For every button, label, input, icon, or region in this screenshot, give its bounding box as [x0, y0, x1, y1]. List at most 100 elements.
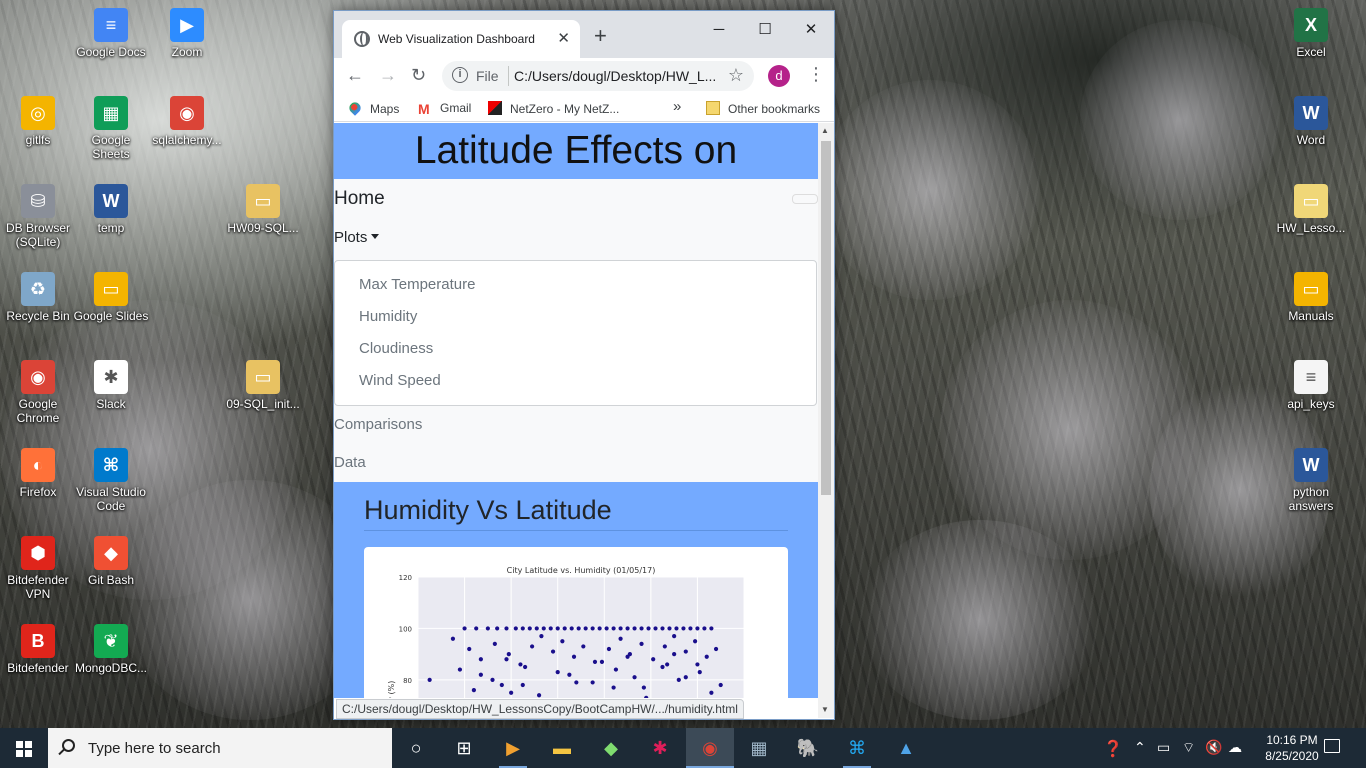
plots-dropdown-toggle[interactable]: Plots: [334, 219, 818, 257]
folder-icon: [706, 101, 720, 115]
file-explorer-icon[interactable]: ▬: [538, 728, 586, 768]
dropdown-item-cloudiness[interactable]: Cloudiness: [335, 333, 816, 365]
other-bookmarks[interactable]: Other bookmarks: [706, 101, 820, 116]
desktop-icon-hw-lesso[interactable]: ▭ HW_Lesso...: [1273, 184, 1349, 235]
bookmark-maps[interactable]: Maps: [347, 100, 399, 116]
desktop-icon-sqlalchemy[interactable]: ◉ sqlalchemy...: [149, 96, 225, 147]
desktop-icon-temp[interactable]: Wtemp: [73, 184, 149, 235]
media-player-icon[interactable]: ▶: [489, 728, 537, 768]
windows-logo-icon: [16, 741, 32, 757]
battery-icon[interactable]: ▭: [1157, 739, 1170, 756]
desktop-icon-api-keys[interactable]: ≡ api_keys: [1273, 360, 1349, 411]
desktop-icon-slack[interactable]: ✱ Slack: [73, 360, 149, 411]
forward-button[interactable]: →: [379, 64, 397, 86]
chevron-up-icon[interactable]: ⌃: [1134, 739, 1146, 756]
desktop-icon-gitlfs[interactable]: ◎ gitlfs: [0, 96, 76, 147]
minimize-button[interactable]: ─: [696, 17, 742, 43]
app-icon: ❦: [94, 624, 128, 658]
desktop-icon-bitdefender-vpn[interactable]: ⬢ Bitdefender VPN: [0, 536, 76, 601]
scatter-point: [625, 626, 630, 631]
tab-web-visualization-dashboard[interactable]: Web Visualization Dashboard ✕: [342, 20, 580, 58]
address-bar[interactable]: i File C:/Users/dougl/Desktop/HW_L... ☆: [442, 61, 754, 91]
scatter-point: [639, 626, 644, 631]
scatter-point: [683, 675, 688, 680]
desktop-icon-git-bash[interactable]: ◆ Git Bash: [73, 536, 149, 587]
desktop-icon-label: Word: [1296, 133, 1326, 147]
url-text[interactable]: C:/Users/dougl/Desktop/HW_L...: [514, 68, 716, 84]
bookmark-star-icon[interactable]: ☆: [728, 65, 744, 86]
dropdown-item-max-temperature[interactable]: Max Temperature: [335, 269, 816, 301]
desktop-icon-bitdefender[interactable]: B Bitdefender: [0, 624, 76, 675]
chrome-icon[interactable]: ◉: [686, 728, 734, 768]
desktop-icon-firefox[interactable]: ◐ Firefox: [0, 448, 76, 499]
slack-icon[interactable]: ✱: [636, 728, 684, 768]
browser-menu-icon[interactable]: ⋮: [807, 63, 825, 85]
desktop-icon-google-docs[interactable]: ≡ Google Docs: [73, 8, 149, 59]
desktop-icon-db-browser-sqlite[interactable]: ⛁ DB Browser (SQLite): [0, 184, 76, 249]
desktop-icon-manuals[interactable]: ▭ Manuals: [1273, 272, 1349, 323]
navbar-toggler-button[interactable]: [792, 194, 818, 204]
url-separator: [508, 66, 509, 86]
onedrive-icon[interactable]: ☁: [1228, 739, 1242, 756]
desktop-icon-google-slides[interactable]: ▭ Google Slides: [73, 272, 149, 323]
pgadmin-icon[interactable]: 🐘: [784, 728, 832, 768]
bookmark-label: Gmail: [440, 101, 472, 115]
desktop-icon-09-sql-init[interactable]: ▭ 09-SQL_init...: [225, 360, 301, 411]
help-icon[interactable]: ❓: [1103, 739, 1123, 759]
desktop-icon-google-sheets[interactable]: ▦ Google Sheets: [73, 96, 149, 161]
scatter-point: [718, 682, 723, 688]
desktop-icon-hw09-sql[interactable]: ▭ HW09-SQL...: [225, 184, 301, 235]
y-tick-label: 80: [403, 677, 412, 685]
desktop-icon-zoom[interactable]: ▶ Zoom: [149, 8, 225, 59]
scroll-down-arrow-icon[interactable]: ▼: [821, 705, 829, 714]
vscode-icon[interactable]: ⌘: [833, 728, 881, 768]
nav-comparisons[interactable]: Comparisons: [334, 406, 818, 444]
notifications-icon[interactable]: [1324, 739, 1340, 753]
bookmarks-bar: Maps M Gmail NetZero - My NetZ... » Other…: [334, 94, 834, 122]
maximize-button[interactable]: ☐: [742, 17, 788, 43]
desktop-icon-word[interactable]: W Word: [1273, 96, 1349, 147]
navbar-brand-home[interactable]: Home: [334, 188, 385, 210]
calculator-icon[interactable]: ▦: [735, 728, 783, 768]
y-tick-label: 100: [399, 625, 412, 633]
plots-label: Plots: [334, 229, 368, 246]
desktop-icon-mongodbc[interactable]: ❦ MongoDBC...: [73, 624, 149, 675]
desktop-icon-visual-studio-code[interactable]: ⌘ Visual Studio Code: [73, 448, 149, 513]
dropdown-item-wind-speed[interactable]: Wind Speed: [335, 365, 816, 397]
nav-data[interactable]: Data: [334, 444, 818, 482]
back-button[interactable]: ←: [346, 64, 364, 86]
taskbar-search-box[interactable]: Type here to search: [48, 728, 392, 768]
wifi-icon[interactable]: ⌔: [1182, 739, 1195, 757]
scatter-point: [490, 677, 495, 682]
timeline-icon[interactable]: ⊞: [440, 728, 488, 768]
bookmark-netzero[interactable]: NetZero - My NetZ...: [488, 101, 619, 116]
new-tab-button[interactable]: +: [594, 25, 607, 47]
desktop-icon-google-chrome[interactable]: ◉ Google Chrome: [0, 360, 76, 425]
close-window-button[interactable]: ✕: [788, 17, 834, 43]
scatter-point: [697, 670, 702, 675]
tab-close-icon[interactable]: ✕: [557, 29, 570, 47]
bookmark-gmail[interactable]: M Gmail: [418, 101, 471, 116]
chart-y-ticks: 1201008060: [399, 574, 412, 685]
app-icon: X: [1294, 8, 1328, 42]
task-view-icon[interactable]: ○: [392, 728, 440, 768]
start-button[interactable]: [0, 728, 48, 768]
scatter-point: [569, 626, 574, 631]
bookmarks-overflow-button[interactable]: »: [673, 98, 681, 115]
desktop-icon-excel[interactable]: X Excel: [1273, 8, 1349, 59]
scrollbar-thumb[interactable]: [821, 141, 831, 495]
profile-avatar[interactable]: d: [768, 65, 790, 87]
reload-button[interactable]: ↻: [411, 64, 426, 86]
desktop-icon-recycle-bin[interactable]: ♻ Recycle Bin: [0, 272, 76, 323]
volume-muted-icon[interactable]: 🔇: [1205, 739, 1222, 756]
sourcetree-icon[interactable]: ◆: [587, 728, 635, 768]
desktop-icon-python-answers[interactable]: Wpython answers: [1273, 448, 1349, 513]
taskbar-clock[interactable]: 10:16 PM 8/25/2020: [1252, 732, 1332, 764]
page-scrollbar[interactable]: ▲ ▼: [818, 123, 834, 718]
scatter-point: [590, 626, 595, 631]
scroll-up-arrow-icon[interactable]: ▲: [821, 126, 829, 135]
dropdown-item-humidity[interactable]: Humidity: [335, 301, 816, 333]
info-icon[interactable]: i: [452, 67, 468, 83]
photos-icon[interactable]: ▲: [882, 728, 930, 768]
desktop-icon-label: Google Docs: [76, 45, 146, 59]
